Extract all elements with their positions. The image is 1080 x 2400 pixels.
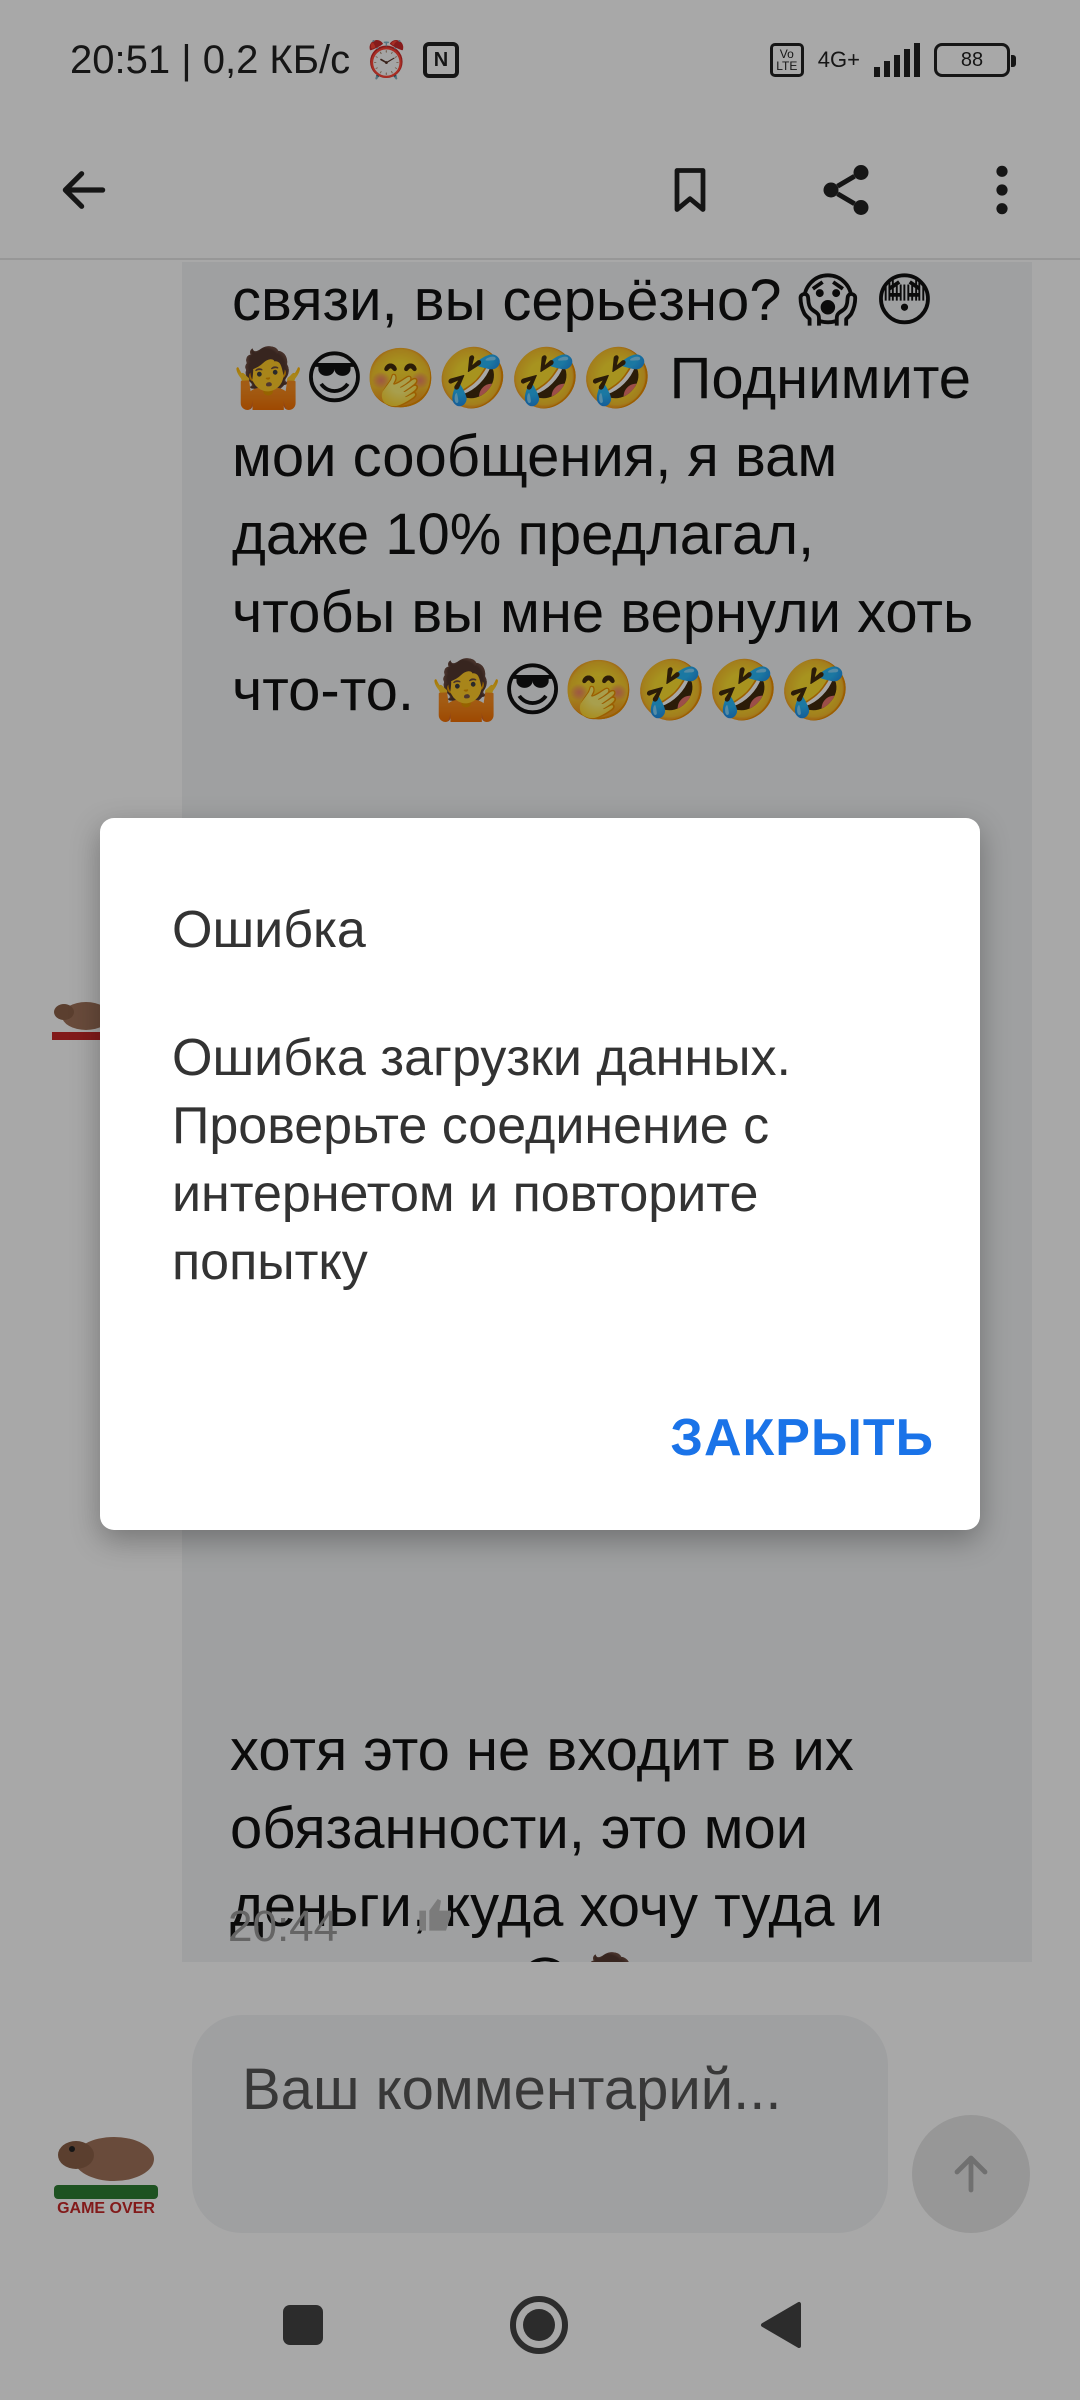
- error-dialog: Ошибка Ошибка загрузки данных. Проверьте…: [100, 818, 980, 1530]
- screen: 20:51 | 0,2 КБ/с ⏰ N Vo LTE 4G+ 88 связи…: [0, 0, 1080, 2400]
- close-button[interactable]: ЗАКРЫТЬ: [670, 1408, 934, 1468]
- dialog-title: Ошибка: [172, 901, 366, 959]
- dialog-message: Ошибка загрузки данных. Проверьте соедин…: [172, 1029, 791, 1291]
